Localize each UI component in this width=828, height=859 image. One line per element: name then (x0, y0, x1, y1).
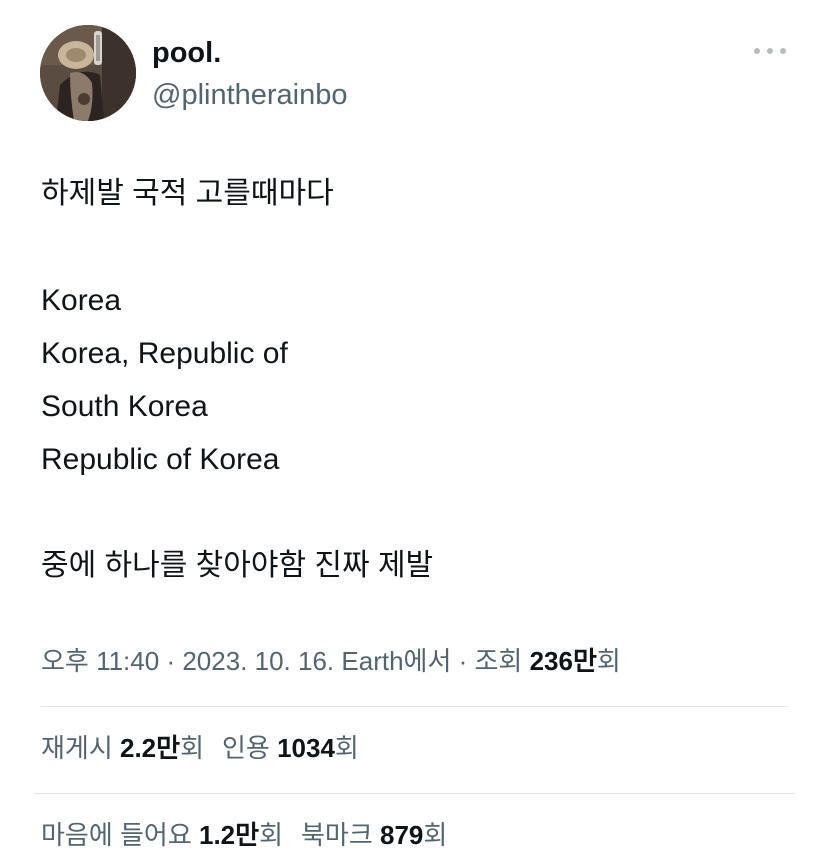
bookmarks-suffix: 회 (423, 820, 448, 850)
meta-separator: · (166, 646, 176, 676)
user-handle[interactable]: @plintherainbo (152, 78, 348, 112)
tweet-source: Earth에서 (341, 646, 452, 676)
dot (754, 48, 760, 54)
display-name[interactable]: pool. (152, 36, 348, 70)
author-block[interactable]: pool. @plintherainbo (152, 36, 348, 112)
quotes-stat[interactable]: 인용 1034회 (222, 733, 359, 763)
avatar[interactable] (40, 25, 136, 121)
more-horizontal-icon[interactable] (754, 43, 786, 59)
quotes-count: 1034 (277, 733, 335, 763)
views-suffix: 회 (596, 646, 621, 676)
tweet-meta: 오후 11:40 · 2023. 10. 16. Earth에서 · 조회 23… (41, 645, 621, 677)
quotes-suffix: 회 (334, 733, 359, 763)
tweet-text-line-2: Korea (41, 284, 122, 317)
tweet-time[interactable]: 오후 11:40 (41, 646, 159, 676)
views-label: 조회 (474, 646, 523, 676)
tweet-text-line-3: Korea, Republic of (41, 337, 288, 370)
like-stats-row: 마음에 들어요 1.2만회 북마크 879회 (41, 819, 447, 851)
retweets-label: 재게시 (41, 733, 113, 763)
dot (780, 48, 786, 54)
likes-suffix: 회 (259, 820, 283, 850)
retweets-count: 2.2만 (120, 733, 181, 763)
repost-stats-row: 재게시 2.2만회 인용 1034회 (41, 732, 359, 764)
divider (34, 793, 795, 794)
tweet-text-line-5: Republic of Korea (41, 443, 280, 476)
avatar-photo (40, 25, 136, 121)
tweet-text-line-6: 중에 하나를 찾아야함 진짜 제발 (41, 549, 434, 582)
tweet-text-line-4: South Korea (41, 390, 208, 423)
views-count: 236만 (529, 646, 597, 676)
bookmarks-stat[interactable]: 북마크 879회 (301, 820, 447, 850)
tweet-date[interactable]: 2023. 10. 16. (182, 646, 334, 676)
tweet-text-line-1: 하제발 국적 고를때마다 (41, 177, 334, 210)
tweet-detail: pool. @plintherainbo 하제발 국적 고를때마다 Korea … (0, 0, 828, 859)
bookmarks-label: 북마크 (300, 820, 373, 850)
retweets-stat[interactable]: 재게시 2.2만회 (41, 733, 204, 763)
dot (767, 48, 773, 54)
bookmarks-count: 879 (379, 820, 424, 850)
likes-label: 마음에 들어요 (41, 820, 192, 850)
meta-separator: · (458, 646, 468, 676)
likes-count: 1.2만 (198, 820, 260, 850)
retweets-suffix: 회 (180, 733, 204, 763)
divider (41, 706, 788, 707)
likes-stat[interactable]: 마음에 들어요 1.2만회 (41, 820, 283, 850)
quotes-label: 인용 (222, 733, 270, 763)
